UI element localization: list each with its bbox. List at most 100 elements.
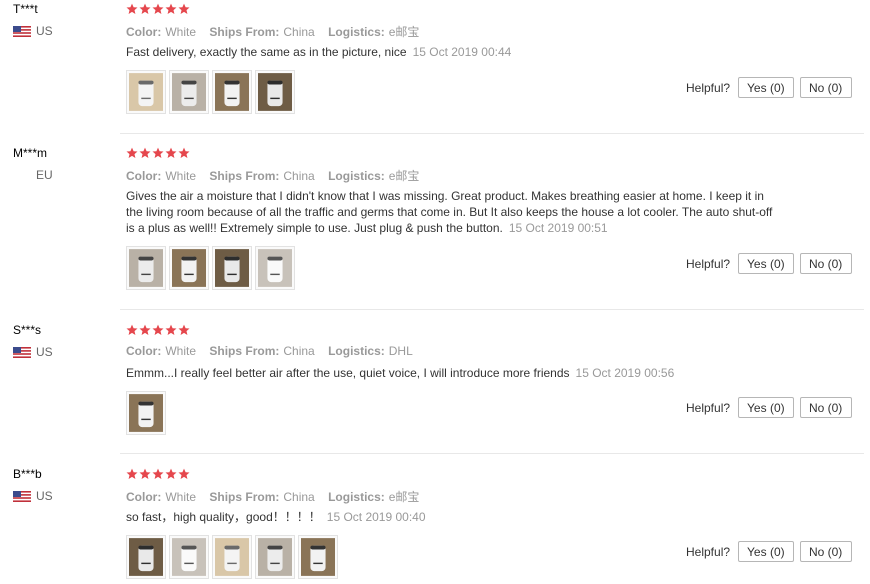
helpful-yes-button[interactable]: Yes (0) [738,253,794,274]
star-rating [126,147,190,159]
product-attributes: Color: White Ships From: China Logistics: e… [126,488,429,505]
product-photo-icon [172,73,206,111]
us-flag-icon [13,346,31,358]
helpful-no-button[interactable]: No (0) [799,397,852,418]
review-divider [120,133,864,134]
product-photo-icon [215,73,249,111]
review-body: so fast，high quality，good！！！！ [126,510,321,524]
star-icon [178,3,190,14]
review-photos [126,535,338,579]
review-body: Gives the air a moisture that I didn't k… [126,189,773,235]
product-photo-icon [215,249,249,287]
product-attributes: Color: White Ships From: China Logistics: D… [126,344,423,358]
helpful-yes-button[interactable]: Yes (0) [738,397,794,418]
us-flag-icon [13,490,31,502]
product-photo-icon [258,538,292,576]
product-photo-icon [129,538,163,576]
helpful-yes-button[interactable]: Yes (0) [738,541,794,562]
reviewer-name: T***t [13,2,38,16]
review-photo-thumbnail[interactable] [169,70,209,114]
helpful-controls: Helpful? Yes (0) No (0) [686,541,852,562]
logistics-label: Logistics: [328,169,385,183]
helpful-no-button[interactable]: No (0) [799,77,852,98]
product-photo-icon [258,249,292,287]
review-item: T***t US Color: White Ships From: China Lo… [0,2,870,132]
helpful-label: Helpful? [686,400,731,415]
ships-from-value: China [283,169,315,183]
star-icon [126,324,138,335]
review-date: 15 Oct 2019 00:44 [412,45,512,59]
helpful-yes-button[interactable]: Yes (0) [738,77,794,98]
star-icon [126,147,138,158]
star-rating [126,324,190,336]
star-icon [165,324,177,335]
star-icon [152,147,164,158]
reviewer-country: US [13,24,53,38]
review-photo-thumbnail[interactable] [126,70,166,114]
logistics-label: Logistics: [328,490,385,504]
reviewer-country: EU [36,168,53,182]
country-code: EU [36,168,53,182]
color-value: White [165,25,197,39]
star-icon [165,468,177,479]
color-value: White [165,169,197,183]
reviewer-name: B***b [13,467,42,481]
reviewer-country: US [13,489,53,503]
helpful-no-button[interactable]: No (0) [799,541,852,562]
ships-from-label: Ships From: [209,25,280,39]
helpful-label: Helpful? [686,544,731,559]
review-photo-thumbnail[interactable] [255,70,295,114]
reviewer-name: M***m [13,146,48,160]
review-photo-thumbnail[interactable] [169,535,209,579]
review-photo-thumbnail[interactable] [255,246,295,290]
product-photo-icon [215,538,249,576]
review-photo-thumbnail[interactable] [126,391,166,435]
product-photo-icon [129,249,163,287]
star-icon [152,3,164,14]
ships-from-value: China [283,25,315,39]
star-icon [178,468,190,479]
product-photo-icon [172,249,206,287]
star-icon [152,324,164,335]
helpful-label: Helpful? [686,80,731,95]
star-icon [165,147,177,158]
color-label: Color: [126,490,162,504]
review-photos [126,70,295,114]
review-body: Fast delivery, exactly the same as in th… [126,45,407,59]
country-code: US [36,24,53,38]
color-label: Color: [126,169,162,183]
star-icon [139,3,151,14]
star-icon [139,324,151,335]
ships-from-label: Ships From: [209,490,280,504]
logistics-value: DHL [388,344,413,358]
review-photo-thumbnail[interactable] [212,246,252,290]
logistics-value: e邮宝 [388,169,420,183]
star-icon [139,147,151,158]
review-text: Emmm...I really feel better air after th… [126,365,786,381]
color-label: Color: [126,344,162,358]
review-text: Gives the air a moisture that I didn't k… [126,188,776,236]
review-text: so fast，high quality，good！！！！ 15 Oct 2019… [126,509,786,525]
star-icon [165,3,177,14]
ships-from-label: Ships From: [209,344,280,358]
us-flag-icon [13,25,31,37]
review-photo-thumbnail[interactable] [212,535,252,579]
review-photo-thumbnail[interactable] [126,535,166,579]
review-date: 15 Oct 2019 00:40 [326,510,426,524]
review-item: B***b US Color: White Ships From: China Lo… [0,467,870,584]
logistics-value: e邮宝 [388,25,420,39]
review-photo-thumbnail[interactable] [169,246,209,290]
review-body: Emmm...I really feel better air after th… [126,366,570,380]
product-attributes: Color: White Ships From: China Logistics: e… [126,167,429,184]
review-photo-thumbnail[interactable] [298,535,338,579]
review-date: 15 Oct 2019 00:56 [575,366,675,380]
review-photo-thumbnail[interactable] [212,70,252,114]
product-photo-icon [258,73,292,111]
reviewer-country: US [13,345,53,359]
helpful-no-button[interactable]: No (0) [799,253,852,274]
review-photo-thumbnail[interactable] [255,535,295,579]
product-photo-icon [129,73,163,111]
country-code: US [36,345,53,359]
star-icon [178,147,190,158]
review-photo-thumbnail[interactable] [126,246,166,290]
